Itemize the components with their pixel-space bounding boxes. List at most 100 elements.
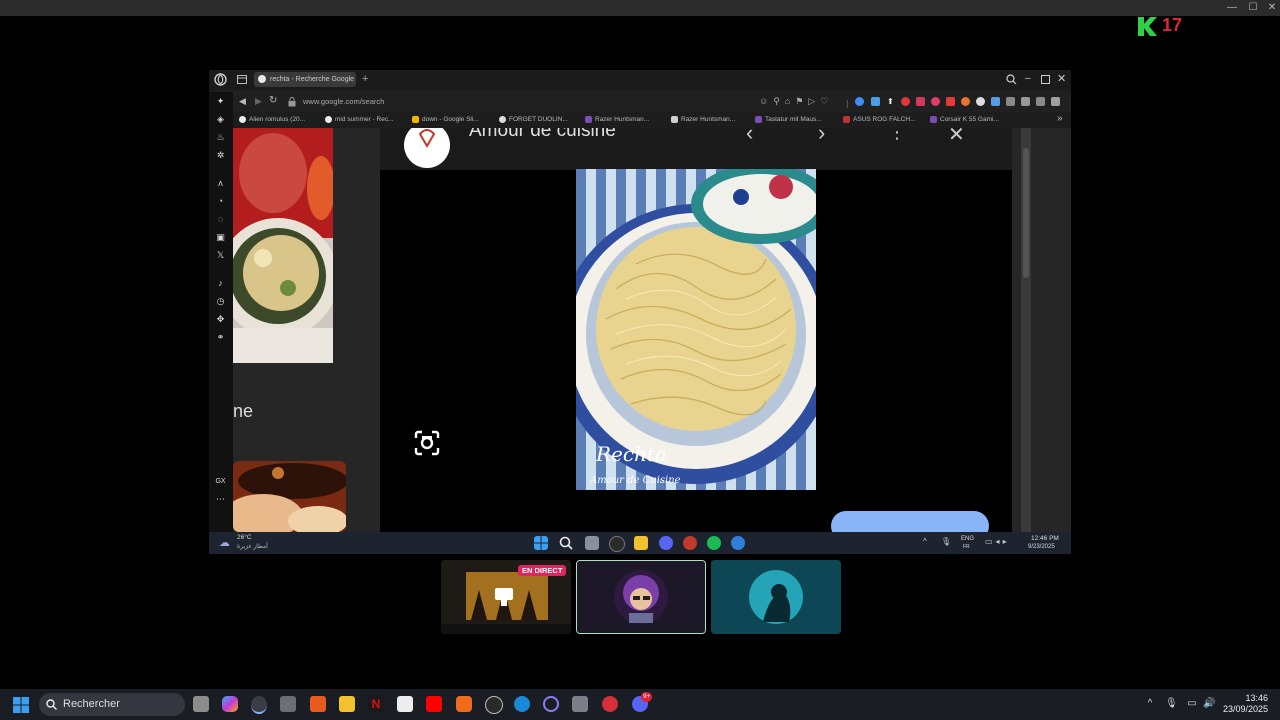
volume-icon[interactable]: 🔊 [1203, 698, 1215, 710]
google-lens-button[interactable] [412, 428, 442, 458]
sidebar-whatsapp-icon[interactable]: ◌ [215, 214, 226, 225]
inner-tray-chevron-icon[interactable]: ^ [923, 537, 927, 546]
edge-icon[interactable] [514, 696, 530, 712]
inner-discord-icon[interactable] [659, 536, 673, 550]
reload-icon[interactable]: ↻ [269, 95, 277, 106]
netflix-icon[interactable]: N [368, 696, 384, 712]
chat-app-icon[interactable] [602, 696, 618, 712]
inner-chrome-icon[interactable] [731, 536, 745, 550]
extension-record-icon[interactable] [901, 97, 910, 106]
new-tab-icon[interactable]: + [362, 73, 368, 85]
extension-pocket-icon[interactable] [916, 97, 925, 106]
extension-translate-icon[interactable] [991, 97, 1000, 106]
browser-minimize-icon[interactable]: – [1025, 73, 1031, 84]
extension-gear-icon[interactable] [1036, 97, 1045, 106]
inner-app-icon[interactable] [683, 536, 697, 550]
inner-clock-date[interactable]: 9/23/2025 [1028, 544, 1055, 550]
next-image-icon[interactable]: › [818, 128, 825, 146]
inner-clock-time[interactable]: 12:46 PM [1031, 535, 1059, 542]
extension-circle-icon[interactable] [976, 97, 985, 106]
url-field[interactable]: www.google.com/search [303, 95, 384, 109]
bookmark-item[interactable]: FORGET DUOLIN... [499, 114, 568, 126]
tab-islands-icon[interactable] [237, 75, 247, 84]
inner-search-icon[interactable] [559, 536, 573, 550]
sidebar-more-icon[interactable]: ⋯ [215, 494, 226, 505]
more-options-icon[interactable]: ⋮ [888, 128, 906, 143]
extension-tool-icon[interactable] [1021, 97, 1030, 106]
sidebar-music-icon[interactable]: ♪ [215, 278, 226, 289]
editor-icon[interactable] [397, 696, 413, 712]
calculator-icon[interactable] [572, 696, 588, 712]
opera-logo-icon[interactable] [214, 73, 227, 86]
inner-opera-icon[interactable] [609, 536, 625, 552]
address-actions-icons[interactable]: ☺⚲⌂⚑▷♡ [759, 96, 833, 107]
bookmark-item[interactable]: ASUS ROG FALCH... [843, 114, 916, 126]
sidebar-crypto-icon[interactable]: ◈ [215, 114, 226, 125]
bookmark-item[interactable]: Corsair K 55 Gami... [930, 114, 999, 126]
sidebar-speed-dial-icon[interactable]: ♨ [215, 132, 226, 143]
extension-shield-icon[interactable] [871, 97, 880, 106]
sidebar-x-icon[interactable]: 𝕏 [215, 250, 226, 261]
tray-chevron-icon[interactable]: ^ [1144, 698, 1156, 710]
participant-tile-avatar[interactable] [576, 560, 706, 634]
extension-puzzle-icon[interactable] [1006, 97, 1015, 106]
sidebar-gx-icon[interactable]: GX [215, 476, 226, 487]
file-explorer-icon[interactable] [339, 696, 355, 712]
sidebar-history-icon[interactable]: ◷ [215, 296, 226, 307]
chrome-icon[interactable] [251, 696, 267, 714]
extension-grid-icon[interactable] [1051, 97, 1060, 106]
browser-maximize-icon[interactable] [1041, 75, 1050, 84]
inner-mic-icon[interactable]: 🎙 [941, 537, 951, 546]
minimize-button[interactable]: — [1222, 0, 1242, 16]
sidebar-pinboard-icon[interactable]: ⚭ [215, 332, 226, 343]
bookmarks-overflow-icon[interactable]: » [1057, 113, 1063, 124]
back-icon[interactable]: ◀ [239, 96, 246, 107]
network-icon[interactable]: ▭ [1186, 698, 1198, 710]
opera-gx-icon[interactable] [485, 696, 503, 714]
extension-heart-icon[interactable] [931, 97, 940, 106]
sidebar-settings-icon[interactable]: ✲ [215, 150, 226, 161]
copilot-icon[interactable] [222, 696, 238, 712]
start-icon[interactable] [13, 697, 29, 713]
sidebar-ai-icon[interactable]: ✦ [215, 96, 226, 107]
close-viewer-icon[interactable]: ✕ [948, 128, 965, 147]
main-image[interactable]: Rechta Amour de Cuisine [576, 169, 816, 490]
inner-tray-icons[interactable]: ▭◂▸ [985, 537, 1010, 546]
bookmark-item[interactable]: Razer Huntsman... [585, 114, 649, 126]
scrollbar-thumb[interactable] [1023, 148, 1029, 278]
sidebar-extensions-icon[interactable]: ✥ [215, 314, 226, 325]
result-thumbnail-2[interactable] [233, 461, 346, 532]
search-tabs-icon[interactable] [1006, 74, 1017, 85]
browser-close-icon[interactable]: ✕ [1057, 72, 1066, 85]
clock-date[interactable]: 23/09/2025 [1220, 704, 1268, 714]
bookmark-item[interactable]: Alien romulus (20... [239, 114, 305, 126]
sidebar-instagram-icon[interactable]: ▣ [215, 232, 226, 243]
inner-language[interactable]: ENG [961, 536, 974, 542]
participant-tile-stream[interactable]: EN DIRECT [441, 560, 571, 634]
result-thumbnail[interactable] [233, 128, 333, 363]
inner-start-icon[interactable] [534, 536, 548, 550]
extension-vpn-icon[interactable] [855, 97, 864, 106]
store-icon[interactable] [280, 696, 296, 712]
result-title-fragment[interactable]: ne [233, 401, 253, 422]
maximize-button[interactable]: ☐ [1243, 0, 1263, 16]
sidebar-aria-icon[interactable]: ʌ [215, 178, 226, 189]
bookmark-item[interactable]: mid summer - Rec... [325, 114, 394, 126]
forward-icon[interactable]: ▶ [255, 96, 262, 107]
bookmark-item[interactable]: Tastatur mit Maus... [755, 114, 822, 126]
inner-spotify-icon[interactable] [707, 536, 721, 550]
participant-tile-3[interactable] [711, 560, 841, 634]
inner-taskview-icon[interactable] [585, 536, 599, 550]
bookmark-item[interactable]: Razer Huntsman... [671, 114, 735, 126]
bookmark-item[interactable]: down - Google Sli... [412, 114, 479, 126]
browser-tab[interactable]: rechta - Recherche Google [254, 72, 356, 87]
extension-youtube-icon[interactable] [946, 97, 955, 106]
extension-arrow-icon[interactable]: ⬆ [887, 97, 896, 106]
taskview-icon[interactable] [193, 696, 209, 712]
close-button[interactable]: ✕ [1262, 0, 1280, 16]
clock-time[interactable]: 13:46 [1228, 693, 1268, 703]
action-button[interactable] [831, 511, 989, 532]
opera-icon[interactable] [543, 696, 559, 712]
brave-icon[interactable] [456, 696, 472, 712]
inner-explorer-icon[interactable] [634, 536, 648, 550]
